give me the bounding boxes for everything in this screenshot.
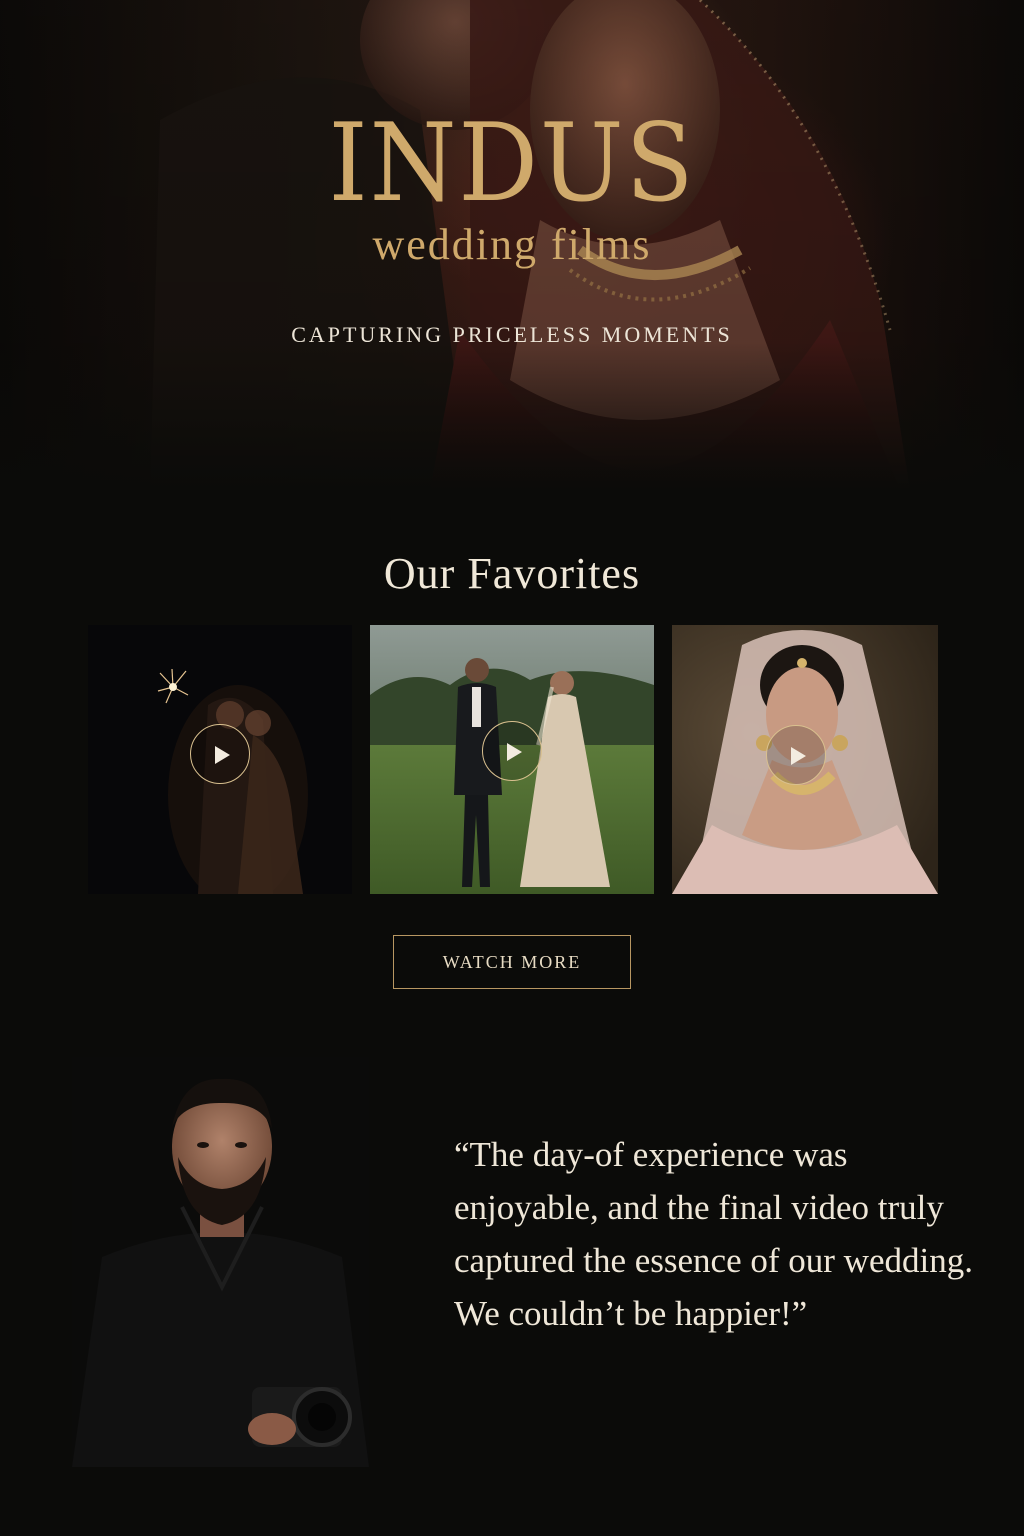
- testimonial-quote: “The day-of experience was enjoyable, an…: [454, 1135, 973, 1333]
- play-button[interactable]: [766, 725, 826, 785]
- hero-section: INDUS wedding films CAPTURING PRICELESS …: [0, 0, 1024, 490]
- brand-logo[interactable]: INDUS wedding films: [0, 104, 1024, 270]
- brand-name: INDUS: [328, 101, 696, 226]
- play-icon: [791, 747, 806, 765]
- brand-subtitle: wedding films: [372, 220, 652, 269]
- play-icon: [507, 743, 522, 761]
- video-card-bride[interactable]: [672, 625, 938, 894]
- play-button[interactable]: [482, 721, 542, 781]
- favorites-heading: Our Favorites: [383, 549, 641, 598]
- videographer-photo: [72, 1057, 369, 1467]
- video-card-field[interactable]: [370, 625, 654, 894]
- videographer-portrait: [72, 1057, 369, 1467]
- hero-tagline: CAPTURING PRICELESS MOMENTS: [291, 322, 733, 347]
- play-icon: [215, 746, 230, 764]
- video-card-sparkler[interactable]: [88, 625, 352, 894]
- video-gallery: [88, 625, 938, 894]
- play-button[interactable]: [190, 724, 250, 784]
- watch-more-button[interactable]: WATCH MORE: [393, 935, 631, 989]
